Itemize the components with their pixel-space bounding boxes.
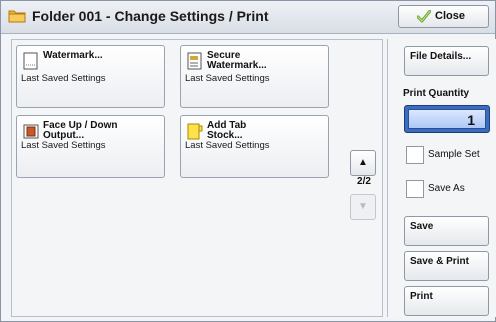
page-title: Folder 001 - Change Settings / Print (32, 8, 269, 24)
tile-label: Add Tab Stock... (207, 120, 247, 141)
print-quantity-value: 1 (467, 112, 475, 128)
secure-watermark-icon (187, 52, 202, 70)
tab-stock-icon (187, 123, 203, 140)
tile-label: Secure Watermark... (207, 50, 267, 71)
print-quantity-inner: 1 (408, 109, 486, 129)
print-label: Print (410, 291, 433, 302)
save-button[interactable]: Save (404, 216, 489, 246)
dialog-window: Folder 001 - Change Settings / Print Clo… (0, 0, 496, 322)
watermark-icon (23, 52, 38, 70)
settings-area: Watermark... Last Saved Settings Secure … (11, 39, 383, 317)
save-as-checkbox[interactable] (406, 180, 424, 198)
close-button-label: Close (435, 10, 465, 22)
scroll-down-button[interactable]: ▼ (350, 194, 376, 220)
tile-status: Last Saved Settings (21, 140, 106, 151)
watermark-button[interactable]: Watermark... Last Saved Settings (16, 45, 165, 108)
title-bar: Folder 001 - Change Settings / Print Clo… (1, 1, 495, 34)
page-indicator: 2/2 (357, 176, 371, 187)
save-as-label: Save As (428, 183, 465, 194)
checkmark-icon (417, 10, 431, 23)
sample-set-label: Sample Set (428, 149, 480, 160)
print-button[interactable]: Print (404, 286, 489, 316)
save-label: Save (410, 221, 434, 232)
tile-status: Last Saved Settings (185, 73, 270, 84)
close-button[interactable]: Close (398, 5, 489, 28)
save-and-print-label: Save & Print (410, 256, 469, 267)
face-up-down-icon (23, 124, 39, 139)
print-quantity-field[interactable]: 1 (404, 105, 490, 133)
secure-watermark-button[interactable]: Secure Watermark... Last Saved Settings (180, 45, 329, 108)
tile-status: Last Saved Settings (185, 140, 270, 151)
sample-set-checkbox[interactable] (406, 146, 424, 164)
scroll-up-button[interactable]: ▲ (350, 150, 376, 176)
tile-label: Watermark... (43, 50, 103, 61)
tile-status: Last Saved Settings (21, 73, 106, 84)
folder-icon (8, 10, 26, 23)
print-quantity-label: Print Quantity (403, 88, 470, 99)
add-tab-stock-button[interactable]: Add Tab Stock... Last Saved Settings (180, 115, 329, 178)
save-and-print-button[interactable]: Save & Print (404, 251, 489, 281)
tile-label: Face Up / Down Output... (43, 120, 118, 141)
file-details-label: File Details... (410, 51, 472, 62)
face-up-down-output-button[interactable]: Face Up / Down Output... Last Saved Sett… (16, 115, 165, 178)
file-details-button[interactable]: File Details... (404, 46, 489, 76)
